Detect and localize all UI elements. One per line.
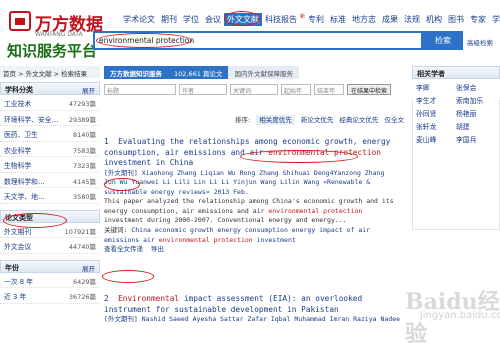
logo-platform: 知识服务平台 <box>7 42 98 60</box>
logo-en: WANFANG DATA <box>35 31 83 38</box>
nav-item[interactable]: 标准 <box>327 13 349 26</box>
search-in-results-button[interactable]: 在结果中检索 <box>347 84 392 95</box>
nav-item[interactable]: 图书 <box>445 13 467 26</box>
source-type-tag[interactable]: [外文期刊] <box>104 169 138 177</box>
tab-wanfang[interactable]: 万方数据知识服务 <box>104 66 168 79</box>
scholar-link[interactable]: 李卿 <box>416 82 456 92</box>
subject-header: 学科分类 展开 <box>0 82 100 95</box>
result-keywords: 关键词: China economic growth energy consum… <box>104 226 371 244</box>
nav-item[interactable]: 会议 <box>202 13 224 26</box>
sort-bar: 排序: 相关度优先 新论文优先 经典论文优先 仅全文 <box>104 114 404 126</box>
nav-item[interactable]: 专利 <box>305 13 327 26</box>
related-scholars-title: 相关学者 <box>412 66 500 79</box>
nav-item[interactable]: 期刊 <box>158 13 180 26</box>
export-link[interactable]: 导出 <box>151 245 164 253</box>
sidebar: 学科分类 展开 工业技术 47293篇 环境科学、安全… 29389篇 医药、卫生 814… <box>0 82 100 304</box>
nav-item[interactable]: 专家 <box>467 13 489 26</box>
header: 万方数据 WANFANG DATA 知识服务平台 学术论文 期刊 学位 会议 外文文献科… <box>0 0 500 62</box>
result-authors: [外文期刊] Xiaohong Zhang Liqian Wu Rong Zha… <box>104 168 385 196</box>
type-item[interactable]: 外文会议 44740篇 <box>0 238 100 254</box>
subject-item[interactable]: 生物科学 7323篇 <box>0 157 100 173</box>
annotation-search-circle <box>96 33 192 48</box>
year-title: 年份 <box>5 263 19 272</box>
sort-label: 排序: <box>234 116 251 124</box>
nav-item[interactable]: 学术论文 <box>120 13 158 26</box>
annotation-title-circle <box>240 150 358 163</box>
subject-expand-button[interactable]: 展开 <box>82 85 95 95</box>
year-header: 年份 展开 <box>0 259 100 273</box>
top-nav: 学术论文期刊学位会议外文文献科技报告新专利标准地方志成果法规机构图书专家学者 <box>120 13 500 26</box>
subject-item[interactable]: 工业技术 47293篇 <box>0 95 100 111</box>
watermark-url: jingyan.baidu.com <box>420 310 500 321</box>
result-authors: [外文期刊] Nashid Saeed Ayesha Sattar Zafar … <box>104 315 400 323</box>
subject-item[interactable]: 天文学、地… 3580篇 <box>0 188 100 204</box>
year-item[interactable]: 一次 8 年 6429篇 <box>0 273 100 288</box>
title-filter[interactable]: 标题 <box>104 84 176 95</box>
nav-item[interactable]: 学者 <box>489 13 500 26</box>
tab-guarantee[interactable]: 国内外文献保障服务 <box>228 66 299 79</box>
keyword-filter[interactable]: 关键词 <box>230 84 278 95</box>
result-actions: 查看全文传递 导出 <box>104 245 400 255</box>
fulltext-delivery-link[interactable]: 查看全文传递 <box>104 245 143 253</box>
breadcrumb[interactable]: 首页 > 外文文献 > 检索结果 <box>0 66 100 78</box>
year-item[interactable]: 近 3 年 36726篇 <box>0 288 100 304</box>
sort-fulltext[interactable]: 仅全文 <box>385 116 405 124</box>
nav-item[interactable]: 法规 <box>401 13 423 26</box>
end-year-filter[interactable]: 结束年 <box>314 84 344 95</box>
sort-relevance[interactable]: 相关度优先 <box>256 115 295 125</box>
annotation-nav-circle <box>224 11 260 26</box>
scholar-link[interactable]: 张保会 <box>456 82 496 92</box>
main-content: 万方数据知识服务 102,661 篇论文 国内外文献保障服务 标题 作者 关键词… <box>104 66 404 323</box>
logo-mark-icon <box>9 11 31 31</box>
author-filter[interactable]: 作者 <box>179 84 227 95</box>
nav-item[interactable]: 学位 <box>180 13 202 26</box>
nav-item[interactable]: 地方志 <box>349 13 379 26</box>
annotation-tag-circle <box>104 178 140 191</box>
subject-title: 学科分类 <box>5 86 33 94</box>
advanced-search-link[interactable]: 高级检索 <box>467 37 493 47</box>
result-item: 2 Environmental impact assessment (EIA):… <box>104 294 400 325</box>
nav-item[interactable]: 科技报告 <box>262 13 300 26</box>
annotation-type-circle <box>3 213 67 228</box>
start-year-filter[interactable]: 起始年 <box>281 84 311 95</box>
search-button[interactable]: 检索 <box>423 31 463 50</box>
result-abstract: This paper analyzed the relationship amo… <box>104 197 394 225</box>
tab-count[interactable]: 102,661 篇论文 <box>168 66 229 79</box>
sort-classic[interactable]: 经典论文优先 <box>339 116 378 124</box>
result-tabs: 万方数据知识服务 102,661 篇论文 国内外文献保障服务 <box>104 66 404 79</box>
subject-item[interactable]: 医药、卫生 8140篇 <box>0 126 100 142</box>
related-panel-border <box>412 100 500 230</box>
subject-item[interactable]: 环境科学、安全… 29389篇 <box>0 111 100 126</box>
year-expand-button[interactable]: 展开 <box>82 263 95 273</box>
annotation-link-circle <box>102 270 154 283</box>
subject-item[interactable]: 农业科学 7583篇 <box>0 142 100 157</box>
nav-item[interactable]: 成果 <box>379 13 401 26</box>
filter-row: 标题 作者 关键词 起始年 结束年 在结果中检索 <box>104 84 392 95</box>
nav-item[interactable]: 机构 <box>423 13 445 26</box>
result-title[interactable]: 2 Environmental impact assessment (EIA):… <box>104 294 400 315</box>
subject-item[interactable]: 数理科学和… 4145篇 <box>0 173 100 188</box>
sort-newest[interactable]: 新论文优先 <box>301 116 334 124</box>
